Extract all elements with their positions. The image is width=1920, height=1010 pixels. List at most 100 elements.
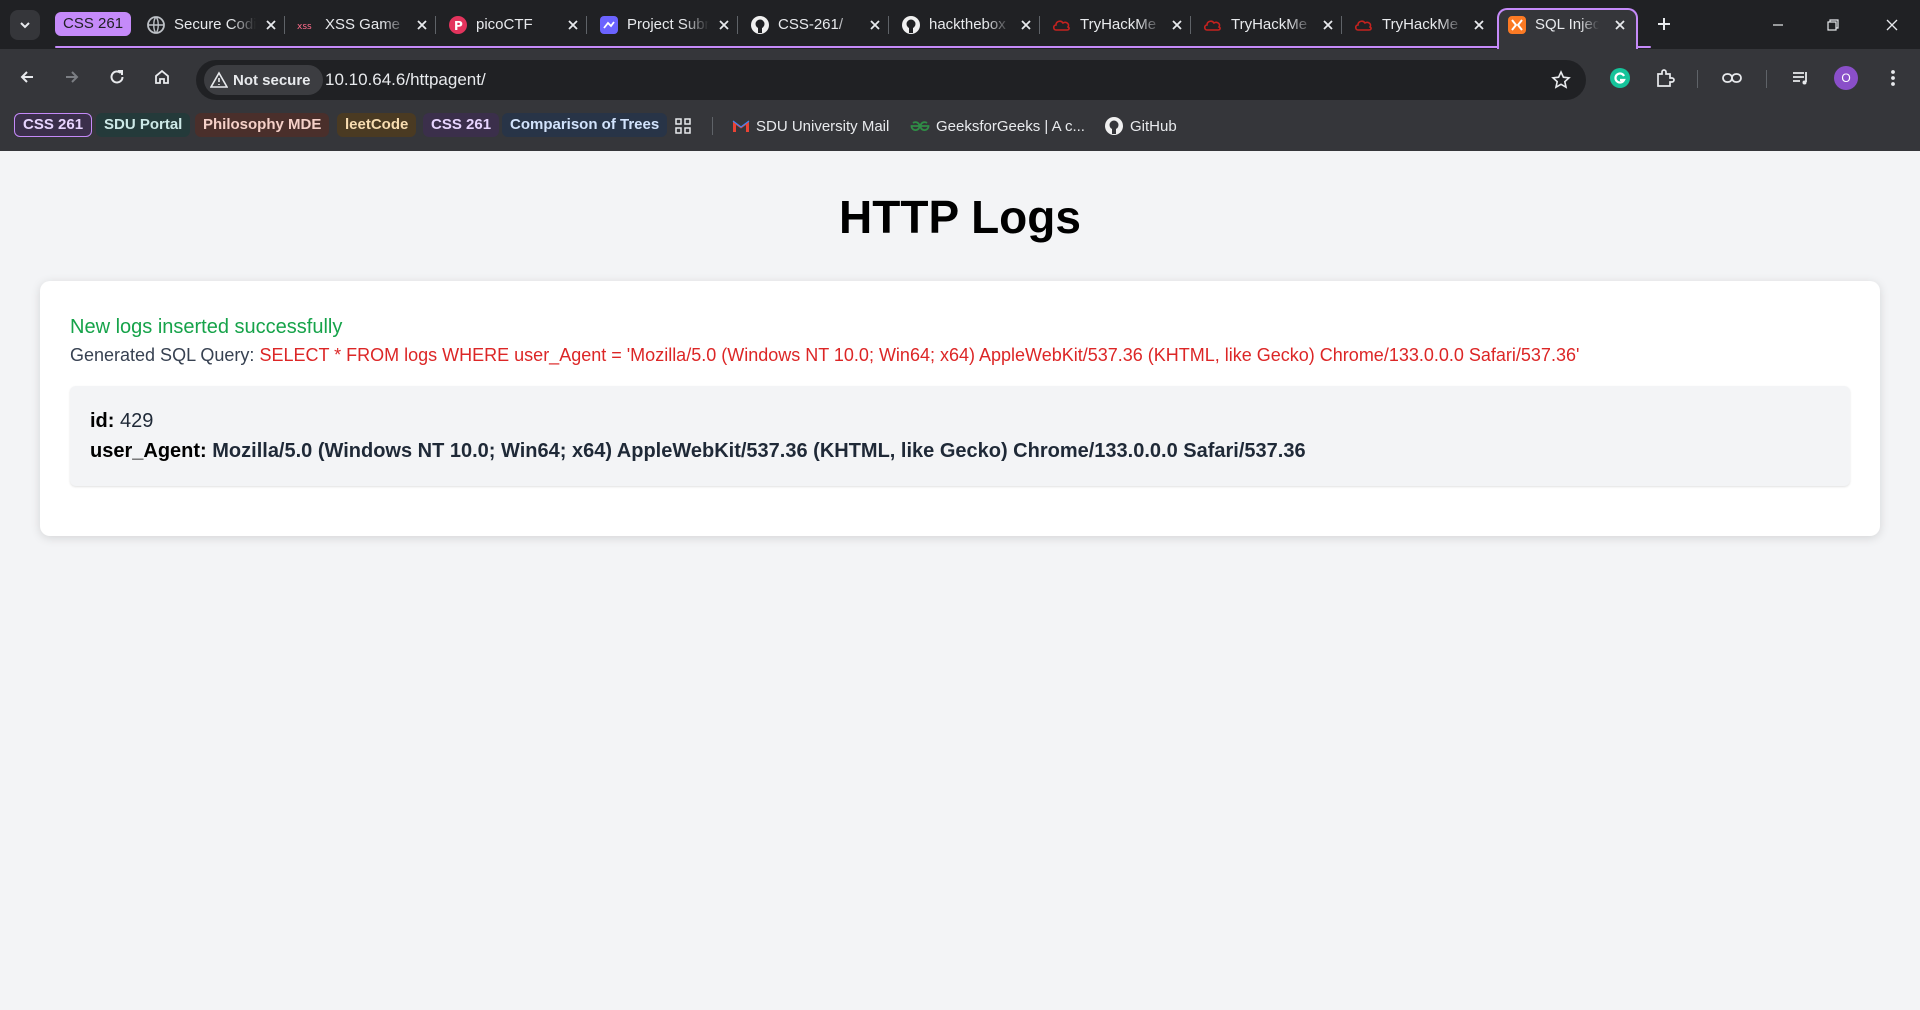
close-window-button[interactable] [1877, 10, 1907, 40]
tab-tryhackme-2[interactable]: TryHackMe [1198, 8, 1343, 42]
tab-github-css261[interactable]: CSS-261/ [745, 8, 890, 42]
bookmark-sdu-mail[interactable]: SDU University Mail [732, 115, 889, 137]
tab-separator [737, 16, 738, 34]
generated-query: Generated SQL Query: SELECT * FROM logs … [70, 345, 1579, 366]
close-icon [1886, 19, 1898, 31]
log-result: id: 429 user_Agent: Mozilla/5.0 (Windows… [70, 386, 1850, 486]
tab-separator [1039, 16, 1040, 34]
restore-button[interactable] [1818, 10, 1848, 40]
share-link-button[interactable] [1717, 63, 1747, 93]
log-agent-label: user_Agent: [90, 440, 207, 462]
bookmark-chip[interactable]: CSS 261 [14, 113, 93, 137]
new-tab-button[interactable] [1651, 11, 1677, 37]
svg-text:xss: xss [297, 22, 312, 32]
close-icon[interactable] [563, 15, 583, 35]
more-vertical-icon [1891, 70, 1895, 86]
bookmarks-bar: CSS 261 SDU Portal Philosophy MDE leetCo… [0, 109, 1920, 151]
close-icon[interactable] [1318, 15, 1338, 35]
tab-xss-game[interactable]: xss XSS Game [292, 8, 437, 42]
arrow-right-icon [66, 71, 79, 83]
bookmark-chip[interactable]: leetCode [337, 113, 417, 137]
close-icon[interactable] [261, 15, 281, 35]
minimize-button[interactable] [1763, 10, 1793, 40]
bookmarks-separator [712, 117, 713, 135]
tab-title: XSS Game [325, 16, 401, 33]
tab-separator [1190, 16, 1191, 34]
restore-icon [1827, 19, 1839, 31]
forward-button[interactable] [57, 62, 87, 92]
close-icon[interactable] [1610, 15, 1630, 35]
tab-group-label[interactable]: CSS 261 [55, 12, 132, 36]
grammarly-icon [1610, 68, 1630, 88]
tab-group-underline [55, 46, 1651, 48]
grid-icon [675, 118, 691, 134]
tab-strip: CSS 261 Secure Coding xss XSS Game P pic… [0, 0, 1920, 49]
xss-game-icon: xss [297, 22, 312, 32]
close-icon[interactable] [865, 15, 885, 35]
github-icon [902, 16, 920, 34]
bookmark-github[interactable]: GitHub [1104, 115, 1177, 137]
bookmark-chip[interactable]: Philosophy MDE [195, 113, 330, 137]
warning-icon [210, 71, 228, 88]
svg-text:P: P [454, 19, 463, 33]
tab-sql-injection[interactable]: SQL Injection [1497, 8, 1638, 49]
tab-search-button[interactable] [10, 10, 40, 40]
puzzle-icon [1657, 69, 1675, 87]
tab-title: TryHackMe [1231, 16, 1308, 33]
page-title: HTTP Logs [839, 191, 1081, 243]
address-bar[interactable]: Not secure 10.10.64.6/httpagent/ [196, 60, 1586, 100]
back-button[interactable] [12, 62, 42, 92]
browser-menu-button[interactable] [1878, 63, 1908, 93]
tab-project-submission[interactable]: Project Submission [594, 8, 739, 42]
reload-button[interactable] [102, 62, 132, 92]
bookmark-geeksforgeeks[interactable]: GeeksforGeeks | A c... [910, 115, 1085, 137]
bookmark-label: SDU University Mail [756, 117, 890, 135]
tab-title: TryHackMe [1080, 16, 1157, 33]
tab-separator [284, 16, 285, 34]
tab-picoctf[interactable]: P picoCTF [443, 8, 588, 42]
bookmark-label: GitHub [1130, 117, 1177, 135]
close-icon[interactable] [1167, 15, 1187, 35]
log-id-label: id: [90, 410, 115, 432]
tab-separator [586, 16, 587, 34]
home-button[interactable] [147, 62, 177, 92]
browser-toolbar: Not secure 10.10.64.6/httpagent/ O [0, 49, 1920, 109]
tab-hackthebox[interactable]: hackthebox [896, 8, 1041, 42]
project-icon [600, 16, 618, 34]
security-indicator[interactable]: Not secure [204, 65, 323, 95]
log-agent-row: user_Agent: Mozilla/5.0 (Windows NT 10.0… [90, 440, 1306, 463]
close-icon[interactable] [1469, 15, 1489, 35]
tab-secure-coding[interactable]: Secure Coding [141, 8, 286, 42]
bookmark-label: GeeksforGeeks | A c... [936, 117, 1085, 135]
bookmark-star-button[interactable] [1550, 69, 1572, 91]
media-controls-button[interactable] [1786, 63, 1816, 93]
url-text[interactable]: 10.10.64.6/httpagent/ [325, 70, 486, 90]
profile-avatar[interactable]: O [1834, 66, 1858, 90]
log-id-value: 429 [120, 410, 154, 432]
close-icon[interactable] [714, 15, 734, 35]
close-icon[interactable] [1016, 15, 1036, 35]
query-label: Generated SQL Query: [70, 345, 255, 365]
github-icon [751, 16, 769, 34]
tab-title: CSS-261/ [778, 16, 844, 33]
tab-title: TryHackMe [1382, 16, 1459, 33]
geeksforgeeks-icon [910, 121, 930, 132]
xampp-icon [1508, 16, 1526, 34]
sql-query: SELECT * FROM logs WHERE user_Agent = 'M… [259, 345, 1580, 365]
chevron-down-icon [20, 22, 30, 29]
tryhackme-icon [1052, 20, 1070, 31]
log-agent-value: Mozilla/5.0 (Windows NT 10.0; Win64; x64… [212, 440, 1306, 462]
apps-button[interactable] [674, 115, 692, 137]
bookmark-chip[interactable]: SDU Portal [96, 113, 191, 137]
bookmark-chip[interactable]: Comparison of Trees [502, 113, 668, 137]
extensions-button[interactable] [1650, 63, 1680, 93]
close-icon[interactable] [412, 15, 432, 35]
success-message: New logs inserted successfully [70, 316, 343, 338]
tab-tryhackme-1[interactable]: TryHackMe [1047, 8, 1192, 42]
tab-title: Project Submission [627, 16, 709, 33]
extension-grammarly-button[interactable] [1605, 63, 1635, 93]
tab-tryhackme-3[interactable]: TryHackMe [1349, 8, 1494, 42]
bookmark-chip[interactable]: CSS 261 [423, 113, 500, 137]
tab-separator [888, 16, 889, 34]
toolbar-separator [1697, 70, 1698, 88]
